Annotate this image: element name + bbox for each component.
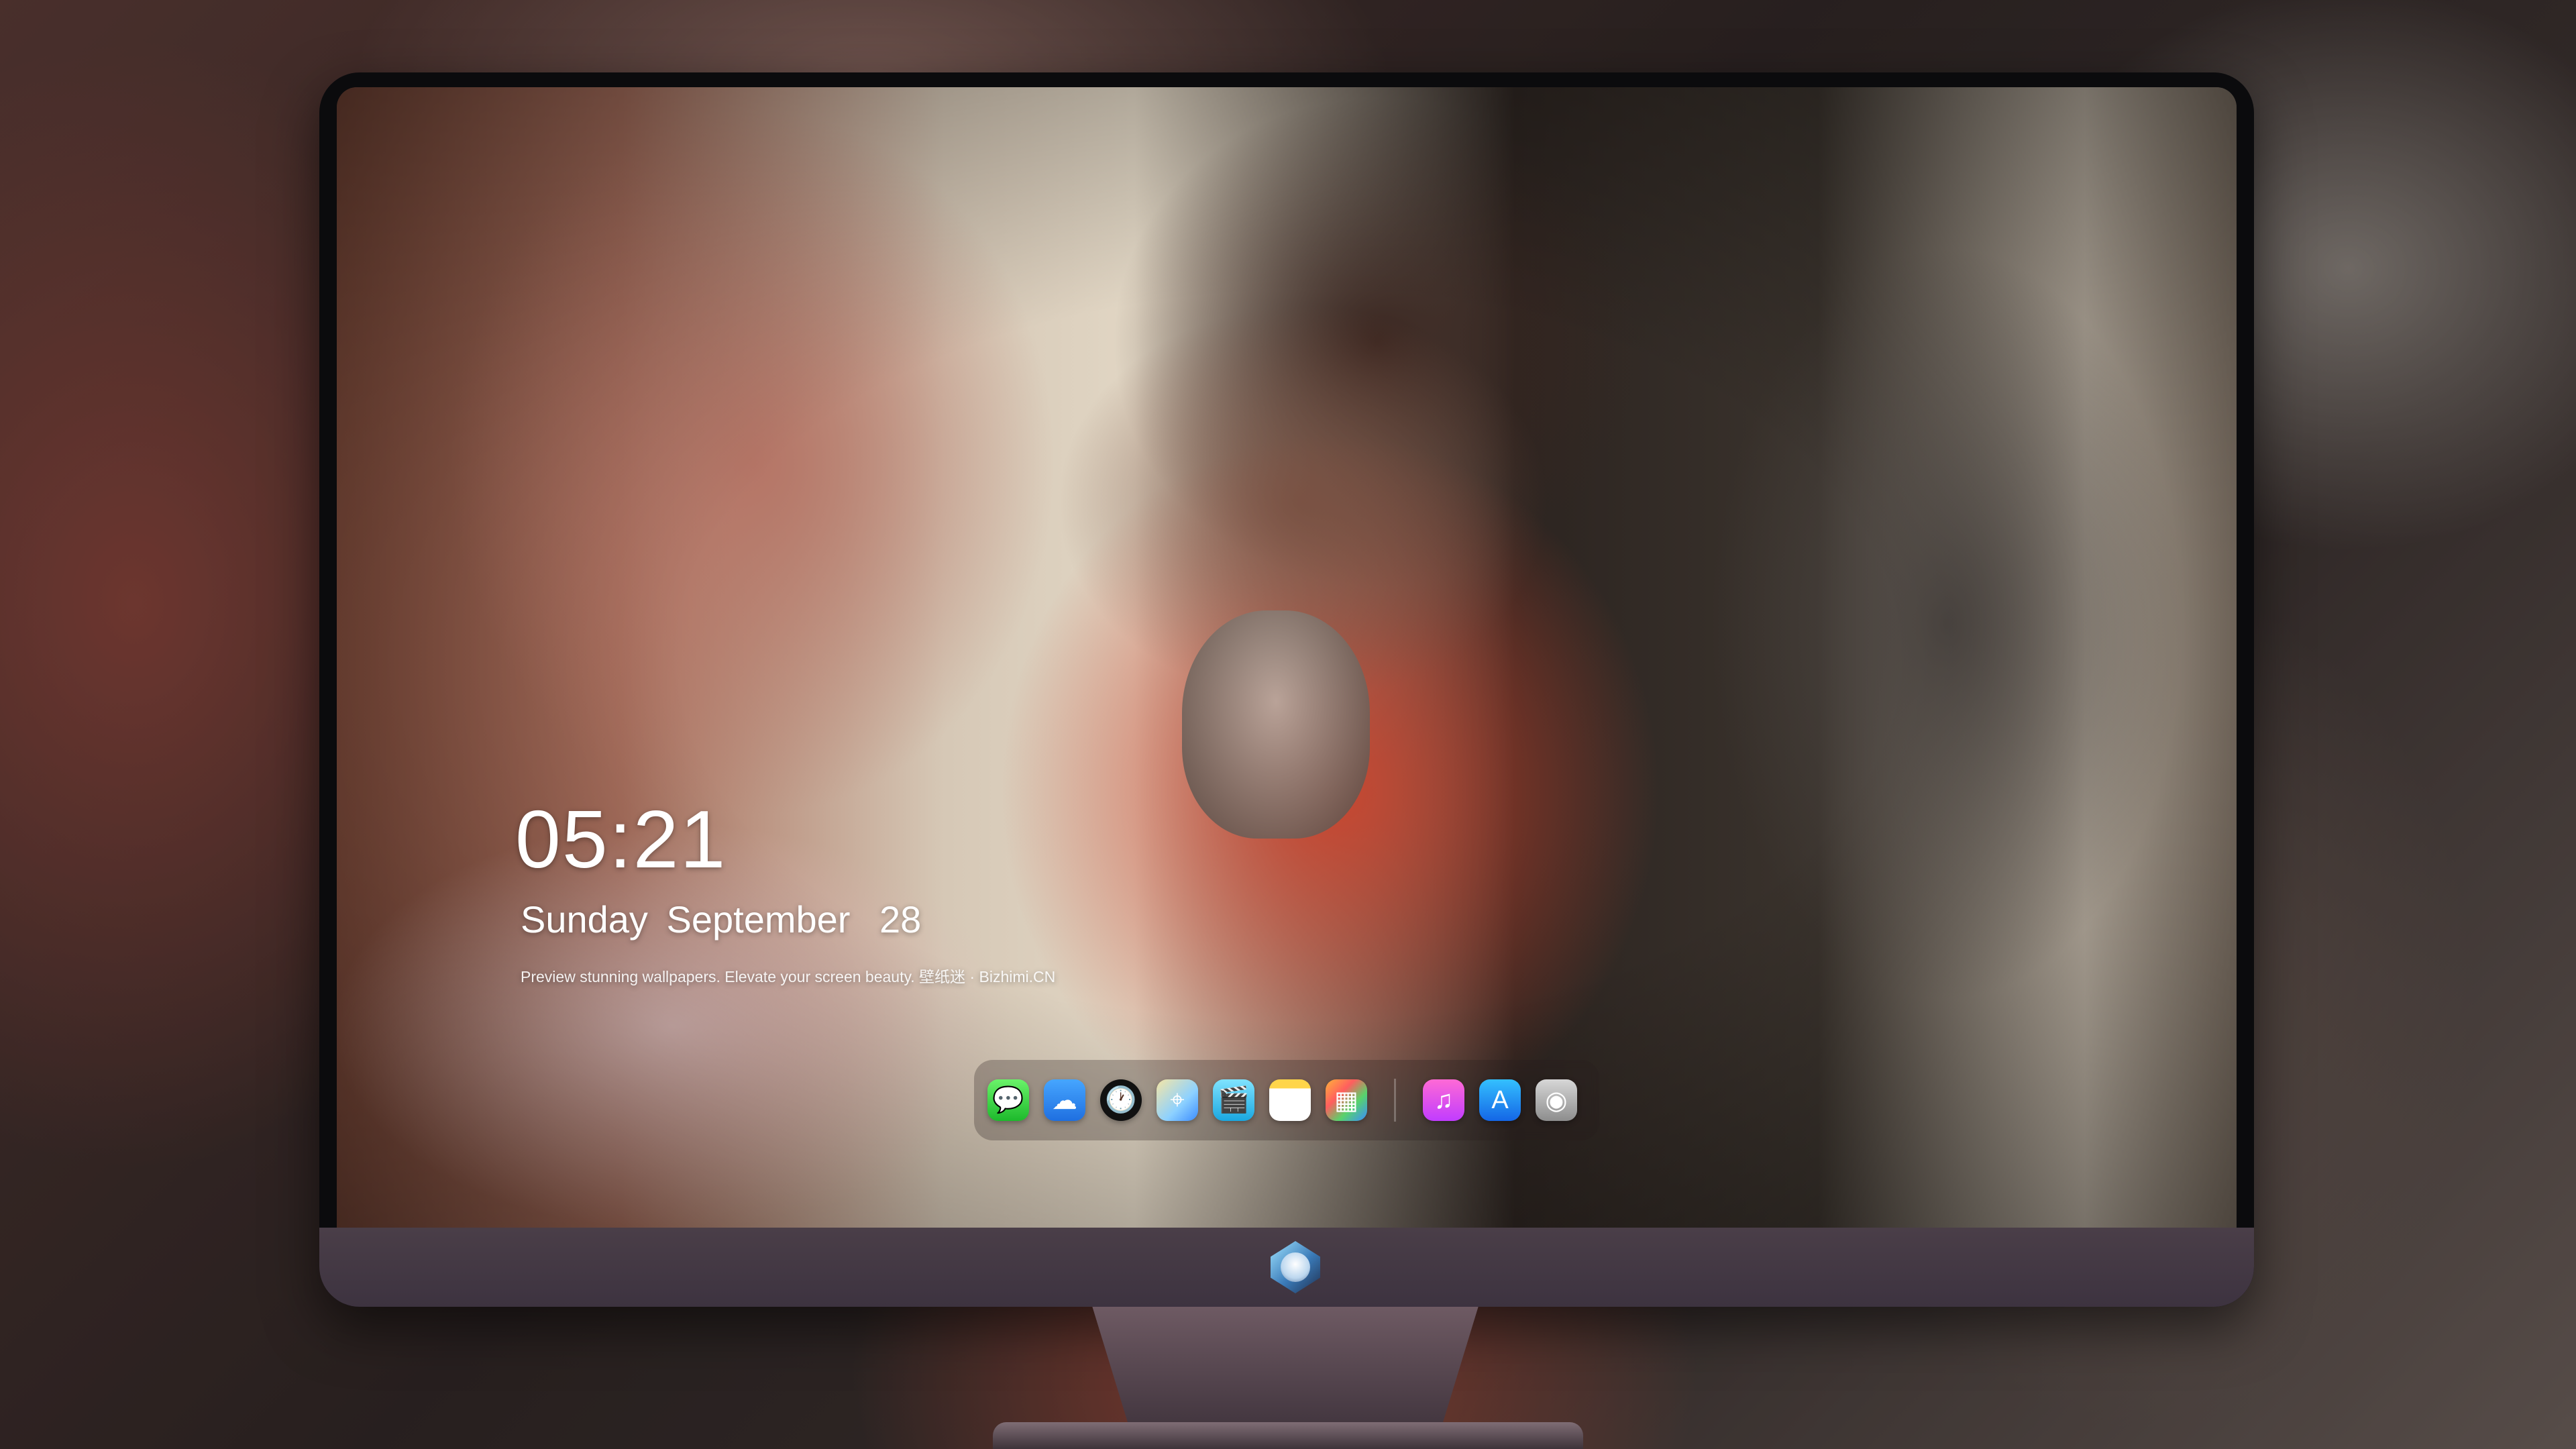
messages-icon[interactable]: 💬 — [987, 1079, 1029, 1121]
clips-icon[interactable]: 🎬 — [1213, 1079, 1254, 1121]
date-month: September — [666, 898, 851, 941]
wallpaper-tagline: Preview stunning wallpapers. Elevate you… — [521, 968, 1056, 985]
photos-icon[interactable]: ▦ — [1326, 1079, 1367, 1121]
date-weekday: Sunday — [521, 898, 648, 941]
weather-icon[interactable]: ☁ — [1044, 1079, 1085, 1121]
dock: 💬 ☁ 🕐 ⌖ 🎬 ▦ ♫ A ◉ — [974, 1060, 1599, 1140]
maps-icon[interactable]: ⌖ — [1157, 1079, 1198, 1121]
monitor-stand-base — [993, 1422, 1583, 1449]
music-icon[interactable]: ♫ — [1423, 1079, 1464, 1121]
monitor-frame: 05:21 Sunday September 28 Preview stunni… — [319, 72, 2254, 1307]
dock-separator — [1394, 1079, 1396, 1122]
clock-icon[interactable]: 🕐 — [1100, 1079, 1142, 1121]
brand-logo-icon — [1271, 1241, 1320, 1293]
notes-icon[interactable] — [1269, 1079, 1311, 1121]
date-day: 28 — [879, 898, 922, 941]
monitor-chin — [319, 1228, 2254, 1307]
lock-info: 05:21 Sunday September 28 Preview stunni… — [515, 798, 1055, 987]
lock-date: Sunday September 28 — [521, 898, 1055, 941]
camera-icon[interactable]: ◉ — [1536, 1079, 1577, 1121]
wallpaper-kitten — [1182, 610, 1370, 839]
lock-clock: 05:21 — [515, 794, 727, 885]
logo-emblem — [1281, 1252, 1310, 1282]
app-store-icon[interactable]: A — [1479, 1079, 1521, 1121]
lock-screen[interactable]: 05:21 Sunday September 28 Preview stunni… — [337, 87, 2237, 1228]
